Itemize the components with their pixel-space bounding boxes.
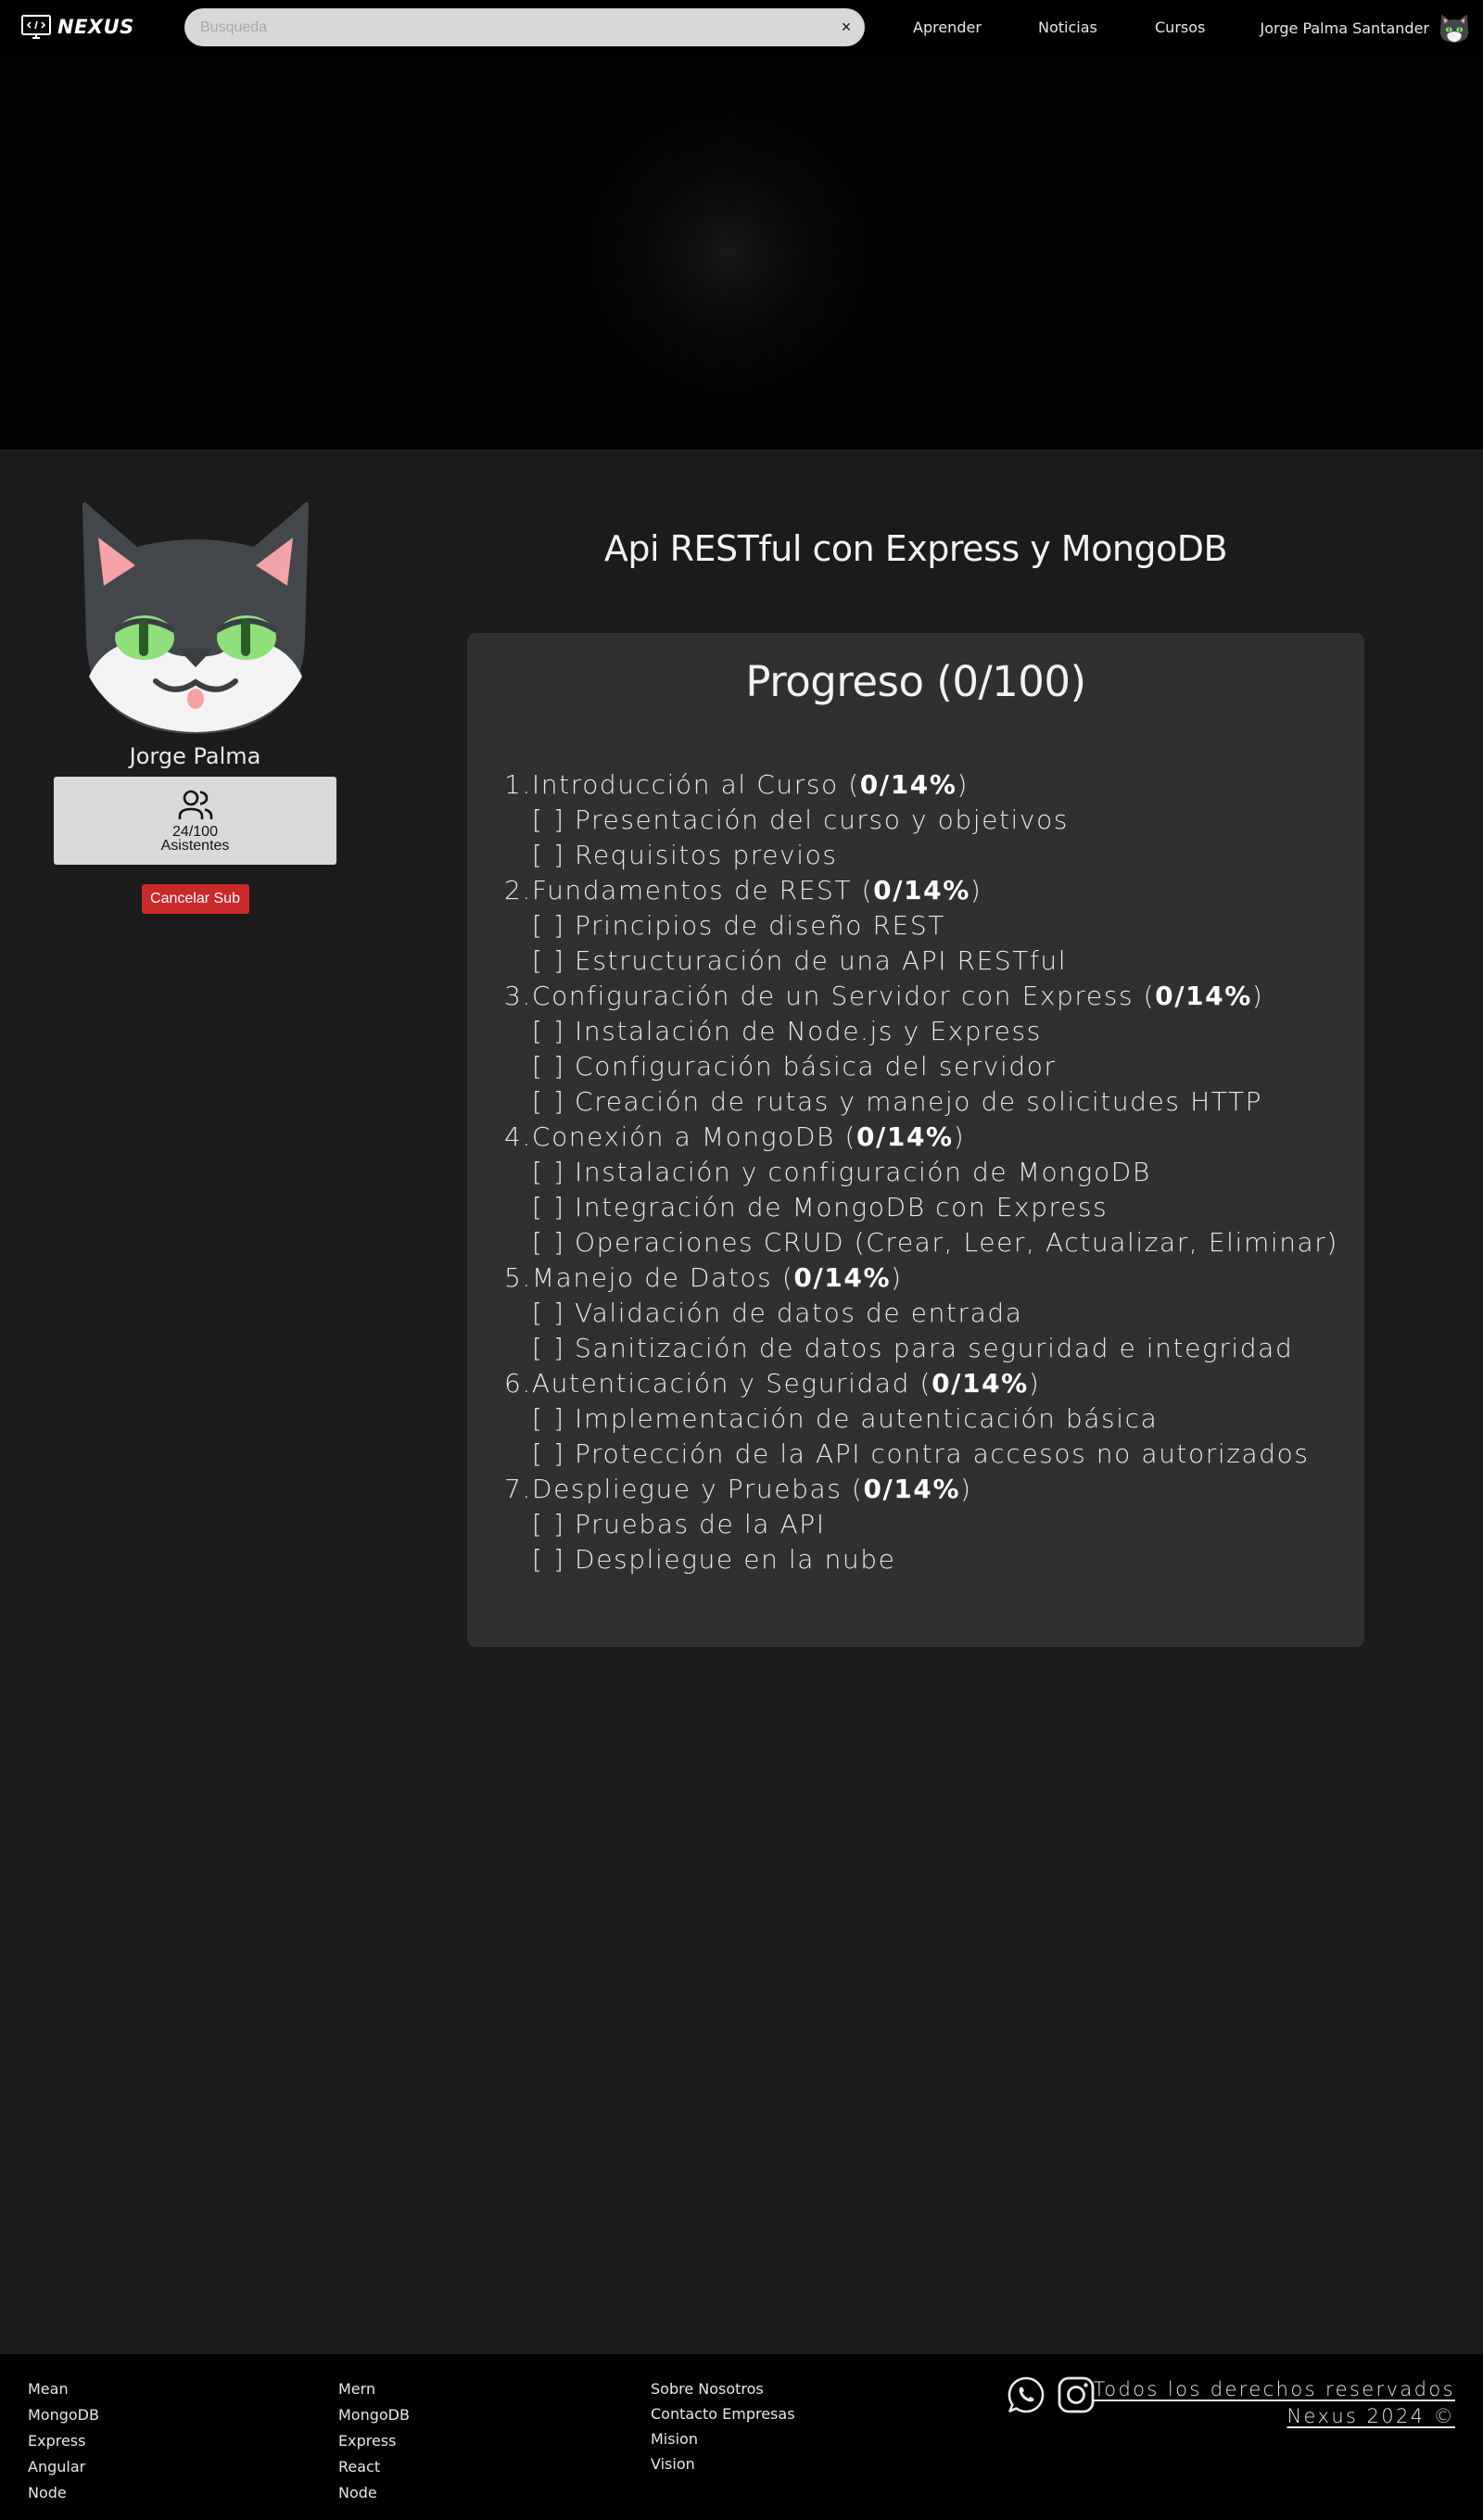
footer-link[interactable]: Vision [651,2451,795,2476]
nav-link-cursos[interactable]: Cursos [1155,19,1205,36]
module-progress: 0/14% [859,769,957,800]
module-heading: 5.Manejo de Datos (0/14%) [504,1262,903,1293]
footer-link[interactable]: Mision [651,2426,795,2451]
footer-link[interactable]: React [338,2454,410,2480]
topic-item[interactable]: [ ] Pruebas de la API [504,1507,1327,1542]
module-progress: 0/14% [1155,981,1252,1011]
topic-item[interactable]: [ ] Integración de MongoDB con Express [504,1190,1327,1225]
module-title: 2.Fundamentos de REST [504,875,853,905]
copyright-notice: Todos los derechos reservados Nexus 2024… [1094,2376,1455,2430]
module-heading: 3.Configuración de un Servidor con Expre… [504,981,1264,1011]
topic-item[interactable]: [ ] Creación de rutas y manejo de solici… [504,1084,1327,1120]
module-progress: 0/14% [856,1121,954,1152]
module-title: 6.Autenticación y Seguridad [504,1368,911,1399]
progress-title: Progreso (0/100) [745,657,1086,706]
close-icon[interactable]: × [828,9,865,46]
avatar[interactable] [1437,10,1472,45]
footer-link[interactable]: Contacto Empresas [651,2401,795,2426]
instagram-icon[interactable] [1056,2374,1096,2415]
search-input[interactable] [184,8,828,46]
brand-logo[interactable]: NEXUS [20,13,134,41]
topic-item[interactable]: [ ] Instalación y configuración de Mongo… [504,1155,1327,1190]
footer-link[interactable]: Mern [338,2376,410,2402]
topic-item[interactable]: [ ] Requisitos previos [504,838,1327,873]
progress-card: Progreso (0/100) 1.Introducción al Curso… [467,633,1364,1647]
module-progress: 0/14% [793,1262,892,1293]
profile-name: Jorge Palma [129,743,261,769]
nav-link-aprender[interactable]: Aprender [913,19,982,36]
module-heading: 7.Despliegue y Pruebas (0/14%) [504,1474,972,1504]
footer-link[interactable]: MongoDB [28,2402,99,2428]
attendees-box: 24/100 Asistentes [54,777,336,865]
module-progress: 0/14% [932,1368,1029,1399]
module-heading: 2.Fundamentos de REST (0/14%) [504,875,982,905]
topic-item[interactable]: [ ] Implementación de autenticación bási… [504,1401,1327,1437]
cat-avatar-icon [82,501,310,734]
topic-item[interactable]: [ ] Presentación del curso y objetivos [504,803,1327,838]
copyright-line[interactable]: Todos los derechos reservados [1094,2376,1455,2403]
footer-column-mean: Mean MongoDB Express Angular Node [28,2376,99,2506]
moon-image [0,56,1483,450]
page-footer: Mean MongoDB Express Angular Node Mern M… [0,2354,1483,2520]
topic-item[interactable]: [ ] Instalación de Node.js y Express [504,1014,1327,1049]
module-title: 4.Conexión a MongoDB [504,1121,835,1152]
users-icon [178,790,212,819]
topic-item[interactable]: [ ] Estructuración de una API RESTful [504,943,1327,979]
footer-link[interactable]: Node [338,2480,410,2506]
attendees-label: Asistentes [160,838,230,854]
topic-item[interactable]: [ ] Configuración básica del servidor [504,1049,1327,1084]
topic-item[interactable]: [ ] Protección de la API contra accesos … [504,1437,1327,1472]
footer-column-company: Sobre Nosotros Contacto Empresas Mision … [651,2376,795,2476]
social-links [1006,2374,1096,2415]
topic-item[interactable]: [ ] Validación de datos de entrada [504,1296,1327,1331]
copyright-line[interactable]: Nexus 2024 © [1094,2403,1455,2430]
footer-link[interactable]: Angular [28,2454,99,2480]
user-name: Jorge Palma Santander [1260,19,1429,37]
monitor-code-icon [21,15,51,39]
module-heading: 1.Introducción al Curso (0/14%) [504,769,970,800]
cancel-subscription-button[interactable]: Cancelar Sub [141,884,249,914]
footer-link[interactable]: Node [28,2480,99,2506]
module-progress: 0/14% [873,875,970,905]
whatsapp-icon[interactable] [1006,2374,1046,2415]
hero-banner [0,56,1483,450]
footer-column-mern: Mern MongoDB Express React Node [338,2376,410,2506]
module-heading: 6.Autenticación y Seguridad (0/14%) [504,1368,1041,1399]
attendees-count: 24/100 [172,824,218,840]
course-title: Api RESTful con Express y MongoDB [603,528,1228,569]
search-bar: × [184,8,865,46]
module-title: 7.Despliegue y Pruebas [504,1474,843,1504]
topic-item[interactable]: [ ] Despliegue en la nube [504,1542,1327,1577]
brand-name: NEXUS [57,16,134,38]
module-progress: 0/14% [863,1474,961,1504]
footer-link[interactable]: Sobre Nosotros [651,2376,795,2401]
profile-card: Jorge Palma 24/100 Asistentes Cancelar S… [54,500,336,914]
topic-item[interactable]: [ ] Principios de diseño REST [504,908,1327,943]
module-title: 5.Manejo de Datos [504,1262,773,1293]
topic-item[interactable]: [ ] Operaciones CRUD (Crear, Leer, Actua… [504,1225,1337,1260]
top-navbar: NEXUS × Aprender Noticias Cursos Jorge P… [0,0,1483,56]
module-list: 1.Introducción al Curso (0/14%) [ ] Pres… [504,767,1337,1577]
footer-link[interactable]: Express [28,2428,99,2454]
topic-item[interactable]: [ ] Sanitización de datos para seguridad… [504,1331,1327,1366]
module-heading: 4.Conexión a MongoDB (0/14%) [504,1121,966,1152]
footer-link[interactable]: Express [338,2428,410,2454]
footer-link[interactable]: MongoDB [338,2402,410,2428]
module-title: 3.Configuración de un Servidor con Expre… [504,981,1134,1011]
user-menu[interactable]: Jorge Palma Santander [1261,10,1472,45]
module-title: 1.Introducción al Curso [504,769,839,800]
footer-link[interactable]: Mean [28,2376,99,2402]
nav-link-noticias[interactable]: Noticias [1038,19,1097,36]
